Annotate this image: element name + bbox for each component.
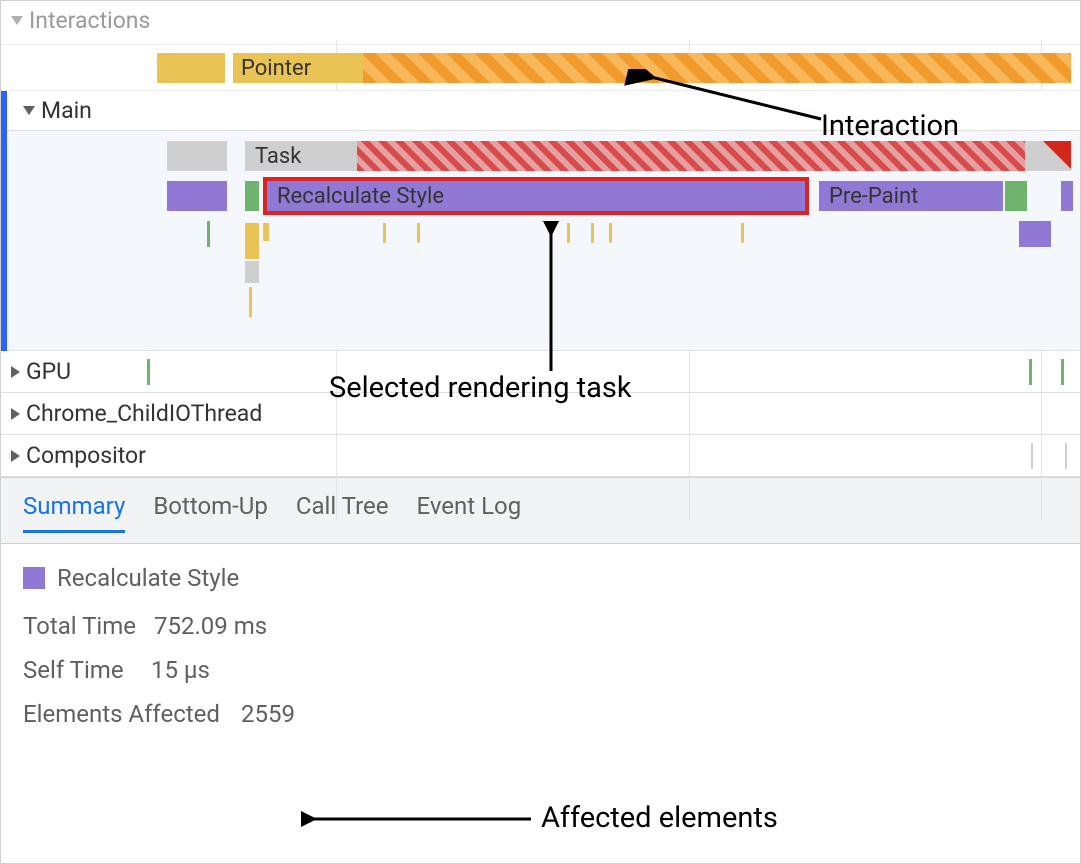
micro-yellow-tick — [609, 223, 612, 243]
total-time-value: 752.09 ms — [154, 612, 267, 640]
chevron-right-icon — [11, 408, 20, 420]
track-interactions-header[interactable]: Interactions — [1, 1, 1080, 40]
main-task-hatched[interactable] — [357, 141, 1025, 171]
track-main-header[interactable]: Main — [1, 91, 1080, 131]
interaction-pointer-bar-extended[interactable] — [363, 53, 1071, 83]
interaction-block[interactable] — [157, 53, 225, 83]
micro-yellow-tick — [417, 223, 420, 243]
interaction-pointer-label: Pointer — [241, 56, 311, 81]
recalculate-style-bar[interactable]: Recalculate Style — [267, 181, 805, 211]
tab-summary[interactable]: Summary — [23, 492, 125, 533]
micro-task[interactable] — [245, 261, 259, 283]
tab-call-tree[interactable]: Call Tree — [296, 492, 389, 533]
style-block[interactable] — [167, 181, 227, 211]
pre-paint-bar[interactable]: Pre-Paint — [819, 181, 1003, 211]
gpu-tick — [147, 359, 150, 385]
micro-yellow-tick — [263, 223, 269, 241]
event-color-swatch — [23, 567, 45, 589]
paint-block[interactable] — [245, 181, 259, 211]
micro-yellow-tick — [383, 223, 386, 243]
task-block[interactable] — [167, 141, 227, 171]
micro-green-tick — [207, 221, 210, 247]
style-block-small[interactable] — [1019, 221, 1051, 247]
summary-event-title: Recalculate Style — [57, 564, 239, 592]
summary-panel: Recalculate Style Total Time 752.09 ms S… — [1, 544, 1080, 764]
recalc-style-label: Recalculate Style — [277, 184, 444, 209]
main-task-bar[interactable]: Task — [245, 141, 357, 171]
task-label: Task — [255, 144, 301, 169]
track-child-io-label: Chrome_ChildIOThread — [26, 400, 262, 427]
micro-yellow-tick — [245, 223, 259, 259]
interaction-pointer-bar[interactable]: Pointer — [233, 53, 363, 83]
annotation-affected: Affected elements — [541, 801, 778, 835]
track-compositor[interactable]: Compositor — [1, 435, 1080, 477]
chevron-down-icon — [11, 16, 23, 25]
tab-event-log[interactable]: Event Log — [416, 492, 521, 533]
total-time-label: Total Time — [23, 612, 136, 640]
selection-range-marker — [1, 91, 7, 351]
gpu-tick — [1061, 359, 1064, 385]
track-main-label: Main — [41, 97, 92, 124]
track-child-io[interactable]: Chrome_ChildIOThread — [1, 393, 1080, 435]
tab-bottom-up[interactable]: Bottom-Up — [153, 492, 268, 533]
elements-affected-value: 2559 — [241, 700, 295, 728]
compositor-tick — [1031, 443, 1033, 469]
paint-block-2[interactable] — [1005, 181, 1027, 211]
track-compositor-label: Compositor — [26, 442, 146, 469]
self-time-value: 15 µs — [151, 656, 210, 684]
chevron-right-icon — [11, 450, 20, 462]
micro-yellow-tick — [591, 223, 594, 243]
micro-yellow-tick — [567, 223, 570, 243]
elements-affected-label: Elements Affected — [23, 700, 223, 728]
long-task-warning-icon — [1043, 141, 1071, 169]
chevron-right-icon — [11, 366, 20, 378]
chevron-down-icon — [23, 106, 35, 115]
track-interactions-label: Interactions — [29, 7, 150, 34]
micro-yellow-tick — [741, 223, 744, 243]
compositor-tick — [1065, 443, 1067, 469]
main-track-body[interactable]: Task Recalculate Style Pre-Paint — [1, 131, 1080, 351]
self-time-label: Self Time — [23, 656, 133, 684]
track-gpu-label: GPU — [26, 358, 71, 385]
detail-tabs: Summary Bottom-Up Call Tree Event Log — [1, 477, 1080, 544]
gpu-tick — [1029, 359, 1032, 385]
style-block-end[interactable] — [1061, 181, 1073, 211]
micro-yellow-tick — [249, 287, 252, 317]
prepaint-label: Pre-Paint — [829, 184, 918, 209]
track-gpu[interactable]: GPU — [1, 351, 1080, 393]
